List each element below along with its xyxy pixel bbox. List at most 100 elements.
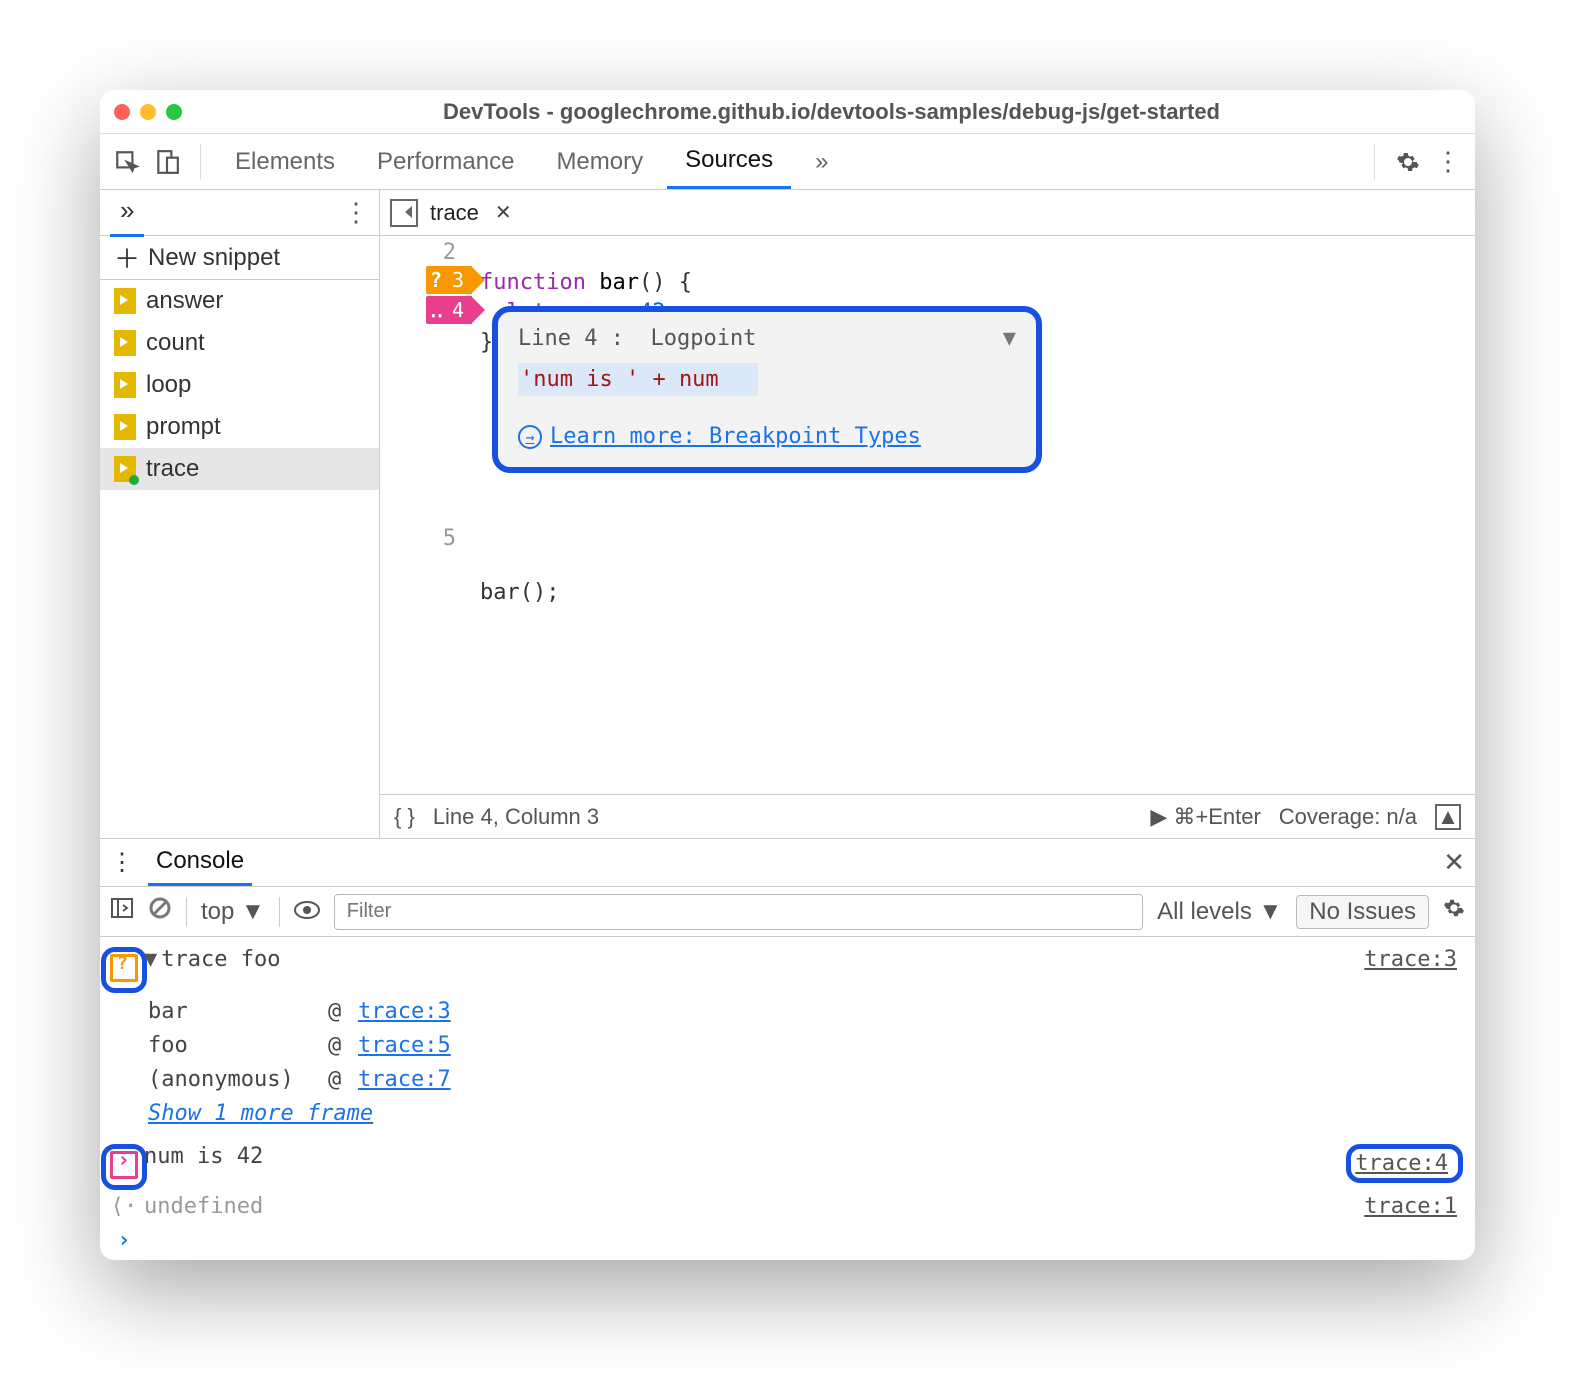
stack-frame: bar@trace:3: [104, 995, 1463, 1029]
code-area[interactable]: 2 5 ?3 ‥4 function bar() { let num = 42;…: [380, 236, 1475, 794]
live-expression-icon[interactable]: [294, 898, 320, 926]
tab-elements[interactable]: Elements: [217, 134, 353, 189]
clear-console-icon[interactable]: [148, 896, 172, 927]
close-tab-icon[interactable]: ✕: [495, 200, 512, 225]
cursor-position: Line 4, Column 3: [433, 804, 599, 830]
panel-tabbar: Elements Performance Memory Sources » ⋮: [100, 134, 1475, 190]
source-link[interactable]: trace:4: [1355, 1151, 1448, 1176]
expand-caret-icon[interactable]: ▼: [144, 947, 157, 972]
conditional-breakpoint-marker[interactable]: ?3: [426, 266, 472, 294]
tab-performance[interactable]: Performance: [359, 134, 532, 189]
editor-filename[interactable]: trace: [430, 200, 479, 226]
snippet-label: answer: [146, 287, 223, 315]
logpoint-marker[interactable]: ‥4: [426, 296, 472, 324]
arrow-right-circle-icon: →: [518, 425, 542, 449]
popup-line-label: Line 4 :: [518, 326, 624, 351]
prompt-chevron-icon: ›: [104, 1228, 144, 1253]
toggle-navigator-icon[interactable]: [390, 199, 418, 227]
log-message: num is 42: [144, 1144, 1346, 1169]
return-arrow-icon: ⟨·: [104, 1194, 144, 1219]
trace-header: trace foo: [161, 947, 1364, 972]
sidebar-tabs: » ⋮: [100, 190, 379, 236]
source-link[interactable]: trace:7: [358, 1063, 1463, 1097]
editor-tabbar: trace ✕: [380, 190, 1475, 236]
new-snippet-button[interactable]: ＋ New snippet: [100, 236, 379, 280]
highlight-badge: trace:4: [1346, 1144, 1463, 1183]
sidebar-tab-dropdown[interactable]: »: [110, 189, 144, 237]
issues-button[interactable]: No Issues: [1296, 895, 1429, 929]
snippet-file-icon: [114, 330, 136, 356]
editor-status-bar: { } Line 4, Column 3 ▶ ⌘+Enter Coverage:…: [380, 794, 1475, 838]
conditional-bp-icon: [110, 954, 138, 980]
console-drawer: ⋮ Console ✕ top ▼ All levels ▼ No Issues…: [100, 838, 1475, 1260]
pretty-print-icon[interactable]: { }: [394, 804, 415, 830]
sidebar: » ⋮ ＋ New snippet answer count loop prom…: [100, 190, 380, 838]
console-settings-icon[interactable]: [1443, 897, 1465, 926]
log-levels-selector[interactable]: All levels ▼: [1157, 898, 1282, 926]
popup-type-label[interactable]: Logpoint: [650, 326, 756, 351]
run-snippet-hint[interactable]: ▶ ⌘+Enter: [1150, 804, 1260, 830]
tab-sources[interactable]: Sources: [667, 134, 791, 189]
source-link[interactable]: trace:1: [1364, 1194, 1457, 1219]
close-drawer-icon[interactable]: ✕: [1443, 847, 1465, 878]
logpoint-expression-input[interactable]: [518, 363, 1016, 396]
snippet-file-icon: [114, 288, 136, 314]
editor: trace ✕ 2 5 ?3 ‥4 function bar() { let n…: [380, 190, 1475, 838]
console-more-icon[interactable]: ⋮: [110, 848, 134, 877]
minimize-icon[interactable]: [140, 104, 156, 120]
undefined-result: undefined: [144, 1194, 1364, 1219]
settings-gear-icon[interactable]: [1391, 145, 1425, 179]
learn-more-link[interactable]: → Learn more: Breakpoint Types: [518, 424, 1016, 449]
logpoint-icon: [110, 1151, 138, 1177]
console-result-row: ⟨· undefined trace:1: [104, 1192, 1463, 1226]
window-title: DevTools - googlechrome.github.io/devtoo…: [202, 99, 1461, 125]
console-toolbar: top ▼ All levels ▼ No Issues: [100, 887, 1475, 937]
context-selector[interactable]: top ▼: [201, 898, 265, 926]
snippet-list: answer count loop prompt trace: [100, 280, 379, 838]
inspect-icon[interactable]: [110, 145, 144, 179]
coverage-status: Coverage: n/a: [1279, 804, 1417, 830]
stack-frame: foo@trace:5: [104, 1029, 1463, 1063]
logpoint-popup: Line 4 : Logpoint ▼ → Learn more: Breakp…: [492, 306, 1042, 473]
new-snippet-label: New snippet: [148, 244, 280, 272]
source-link[interactable]: trace:3: [358, 995, 1463, 1029]
more-menu-icon[interactable]: ⋮: [1431, 145, 1465, 179]
tab-memory[interactable]: Memory: [538, 134, 661, 189]
toggle-drawer-icon[interactable]: ▲: [1435, 804, 1461, 830]
sidebar-more-icon[interactable]: ⋮: [343, 197, 369, 228]
filter-input[interactable]: [334, 894, 1143, 930]
source-link[interactable]: trace:3: [1364, 947, 1457, 972]
source-link[interactable]: trace:5: [358, 1029, 1463, 1063]
console-log-row: num is 42 trace:4: [104, 1142, 1463, 1192]
more-tabs-icon[interactable]: »: [797, 134, 846, 189]
snippet-item[interactable]: prompt: [100, 406, 379, 448]
zoom-icon[interactable]: [166, 104, 182, 120]
snippet-file-icon: [114, 456, 136, 482]
snippet-item[interactable]: loop: [100, 364, 379, 406]
device-toggle-icon[interactable]: [150, 145, 184, 179]
titlebar: DevTools - googlechrome.github.io/devtoo…: [100, 90, 1475, 134]
line-number[interactable]: 2: [380, 238, 456, 268]
close-icon[interactable]: [114, 104, 130, 120]
snippet-item[interactable]: count: [100, 322, 379, 364]
tab-console[interactable]: Console: [148, 839, 252, 886]
console-prompt-row[interactable]: ›: [104, 1226, 1463, 1260]
toggle-sidebar-icon[interactable]: [110, 896, 134, 927]
devtools-window: DevTools - googlechrome.github.io/devtoo…: [100, 90, 1475, 1260]
show-more-frames-link[interactable]: Show 1 more frame: [104, 1101, 1463, 1126]
snippet-label: count: [146, 329, 205, 357]
chevron-down-icon[interactable]: ▼: [1003, 326, 1016, 351]
highlight-badge: [101, 947, 147, 993]
snippet-item[interactable]: trace: [100, 448, 379, 490]
console-output[interactable]: ▼ trace foo trace:3 bar@trace:3 foo@trac…: [100, 937, 1475, 1260]
console-trace-row: ▼ trace foo trace:3: [104, 945, 1463, 995]
snippet-file-icon: [114, 414, 136, 440]
snippet-item[interactable]: answer: [100, 280, 379, 322]
snippet-label: prompt: [146, 413, 221, 441]
plus-icon: ＋: [114, 239, 140, 276]
console-tabbar: ⋮ Console ✕: [100, 839, 1475, 887]
stack-frame: (anonymous)@trace:7: [104, 1063, 1463, 1097]
line-number[interactable]: 5: [380, 524, 456, 554]
traffic-lights: [114, 104, 182, 120]
snippet-file-icon: [114, 372, 136, 398]
